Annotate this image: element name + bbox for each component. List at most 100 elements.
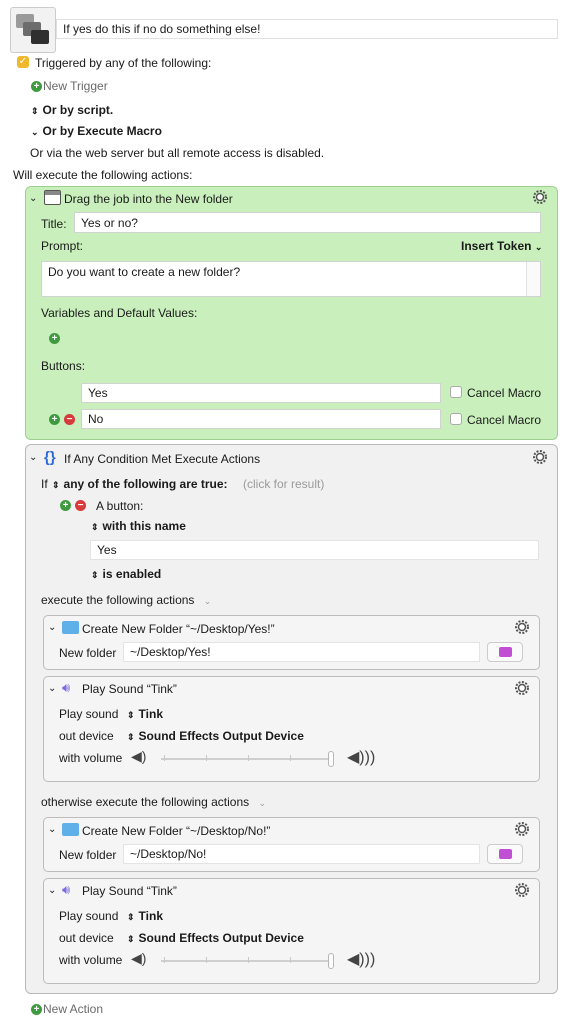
buttons-label: Buttons: bbox=[41, 359, 86, 373]
new-folder-field[interactable]: ~/Desktop/No! bbox=[123, 844, 480, 864]
chevron-down-icon: ⌄ bbox=[203, 596, 212, 606]
volume-slider[interactable] bbox=[161, 960, 333, 962]
triggered-checkbox[interactable]: ✓ bbox=[17, 56, 29, 68]
updown-icon: ⇕ bbox=[127, 710, 135, 720]
slider-tick bbox=[248, 755, 249, 761]
cancel-macro-label-2: Cancel Macro bbox=[467, 413, 542, 427]
cancel-macro-label-1: Cancel Macro bbox=[467, 386, 542, 400]
updown-icon: ⇕ bbox=[127, 934, 135, 944]
collapse-chevron-icon[interactable]: ⌄ bbox=[29, 193, 37, 204]
updown-icon: ⇕ bbox=[127, 912, 135, 922]
prompt-text: Do you want to create a new folder? bbox=[48, 265, 241, 279]
new-folder-label: New folder bbox=[59, 848, 117, 862]
collapse-chevron-icon[interactable]: ⌄ bbox=[48, 622, 56, 633]
web-server-note: Or via the web server but all remote acc… bbox=[30, 146, 325, 160]
out-device-selector[interactable]: ⇕ Sound Effects Output Device bbox=[127, 729, 304, 743]
gear-icon[interactable] bbox=[532, 449, 548, 465]
gear-icon[interactable] bbox=[514, 821, 530, 837]
or-by-execute-macro-toggle[interactable]: ⌄ Or by Execute Macro bbox=[31, 124, 162, 138]
updown-icon: ⇕ bbox=[52, 480, 60, 490]
insert-token-button[interactable]: Insert Token ⌄ bbox=[461, 239, 542, 253]
out-device-selector[interactable]: ⇕ Sound Effects Output Device bbox=[127, 931, 304, 945]
folder-icon bbox=[62, 621, 79, 634]
cancel-macro-checkbox-1[interactable] bbox=[450, 386, 462, 398]
title-field[interactable]: Yes or no? bbox=[74, 212, 541, 233]
collapse-chevron-icon[interactable]: ⌄ bbox=[48, 885, 56, 896]
with-this-name-selector[interactable]: ⇕ with this name bbox=[91, 519, 186, 533]
or-by-script-toggle[interactable]: ⇕ Or by script. bbox=[31, 103, 113, 117]
cancel-macro-checkbox-2[interactable] bbox=[450, 413, 462, 425]
is-enabled-selector[interactable]: ⇕ is enabled bbox=[91, 567, 161, 581]
action-title: Drag the job into the New folder bbox=[64, 192, 233, 206]
remove-condition-icon[interactable]: − bbox=[75, 500, 86, 511]
add-variable-icon[interactable]: + bbox=[49, 333, 60, 344]
play-sound-label: Play sound bbox=[59, 909, 119, 923]
button-field-2[interactable]: No bbox=[81, 409, 441, 429]
prompt-label: Prompt: bbox=[41, 239, 84, 253]
updown-icon: ⇕ bbox=[127, 732, 135, 742]
execute-label: execute the following actions ⌄ bbox=[41, 593, 212, 607]
variables-label: Variables and Default Values: bbox=[41, 306, 198, 320]
out-device-label: out device bbox=[59, 931, 114, 945]
click-for-result-link[interactable]: (click for result) bbox=[243, 477, 324, 491]
chevron-down-icon: ⌄ bbox=[258, 798, 267, 808]
action-title: Create New Folder “~/Desktop/Yes!” bbox=[82, 622, 275, 636]
slider-tick bbox=[206, 957, 207, 963]
volume-slider-knob[interactable] bbox=[328, 751, 334, 767]
updown-icon: ⇕ bbox=[31, 106, 39, 116]
timer-gear-icon[interactable] bbox=[514, 882, 530, 898]
updown-icon: ⇕ bbox=[91, 570, 99, 580]
choose-folder-button[interactable] bbox=[487, 844, 523, 864]
volume-slider[interactable] bbox=[161, 758, 333, 760]
slider-tick bbox=[290, 755, 291, 761]
with-volume-label: with volume bbox=[59, 751, 123, 765]
out-device-label: out device bbox=[59, 729, 114, 743]
gear-icon[interactable] bbox=[532, 189, 548, 205]
chevron-down-icon: ⌄ bbox=[534, 242, 543, 252]
action-title: Play Sound “Tink” bbox=[82, 682, 177, 696]
prompt-field[interactable]: Do you want to create a new folder? bbox=[41, 261, 541, 297]
action-title: Create New Folder “~/Desktop/No!” bbox=[82, 824, 271, 838]
new-action-button[interactable]: New Action bbox=[43, 1002, 103, 1016]
if-label: If bbox=[41, 477, 48, 491]
new-trigger-button[interactable]: New Trigger bbox=[43, 79, 108, 93]
volume-high-icon: ◀︎))) bbox=[347, 951, 376, 968]
slider-tick bbox=[164, 957, 165, 963]
chevron-down-icon: ⌄ bbox=[31, 127, 39, 137]
folder-icon bbox=[62, 823, 79, 836]
action-title: Play Sound “Tink” bbox=[82, 884, 177, 898]
new-folder-label: New folder bbox=[59, 646, 117, 660]
add-button-icon[interactable]: + bbox=[49, 414, 60, 425]
new-trigger-plus-icon[interactable]: + bbox=[31, 81, 42, 92]
new-folder-field[interactable]: ~/Desktop/Yes! bbox=[123, 642, 480, 662]
speaker-icon: 🔊︎ bbox=[62, 680, 71, 695]
macro-icon bbox=[10, 7, 56, 53]
volume-low-icon: ◀︎) bbox=[131, 950, 147, 966]
remove-button-icon[interactable]: − bbox=[64, 414, 75, 425]
any-condition-selector[interactable]: ⇕ any of the following are true: bbox=[52, 477, 228, 491]
new-action-plus-icon[interactable]: + bbox=[31, 1004, 42, 1015]
collapse-chevron-icon[interactable]: ⌄ bbox=[48, 683, 56, 694]
slider-tick bbox=[206, 755, 207, 761]
slider-tick bbox=[248, 957, 249, 963]
braces-icon: {} bbox=[44, 449, 56, 466]
sound-selector[interactable]: ⇕ Tink bbox=[127, 909, 163, 923]
gear-icon[interactable] bbox=[514, 619, 530, 635]
button-field-1[interactable]: Yes bbox=[81, 383, 441, 403]
macro-name-field[interactable]: If yes do this if no do something else! bbox=[56, 19, 558, 39]
sound-selector[interactable]: ⇕ Tink bbox=[127, 707, 163, 721]
volume-high-icon: ◀︎))) bbox=[347, 749, 376, 766]
volume-slider-knob[interactable] bbox=[328, 953, 334, 969]
otherwise-label: otherwise execute the following actions … bbox=[41, 795, 267, 809]
play-sound-label: Play sound bbox=[59, 707, 119, 721]
title-label: Title: bbox=[41, 217, 67, 231]
volume-low-icon: ◀︎) bbox=[131, 748, 147, 764]
timer-gear-icon[interactable] bbox=[514, 680, 530, 696]
collapse-chevron-icon[interactable]: ⌄ bbox=[29, 452, 37, 463]
collapse-chevron-icon[interactable]: ⌄ bbox=[48, 824, 56, 835]
slider-tick bbox=[290, 957, 291, 963]
choose-folder-button[interactable] bbox=[487, 642, 523, 662]
add-condition-icon[interactable]: + bbox=[60, 500, 71, 511]
will-execute-label: Will execute the following actions: bbox=[13, 168, 193, 182]
condition-name-field[interactable]: Yes bbox=[90, 540, 539, 560]
